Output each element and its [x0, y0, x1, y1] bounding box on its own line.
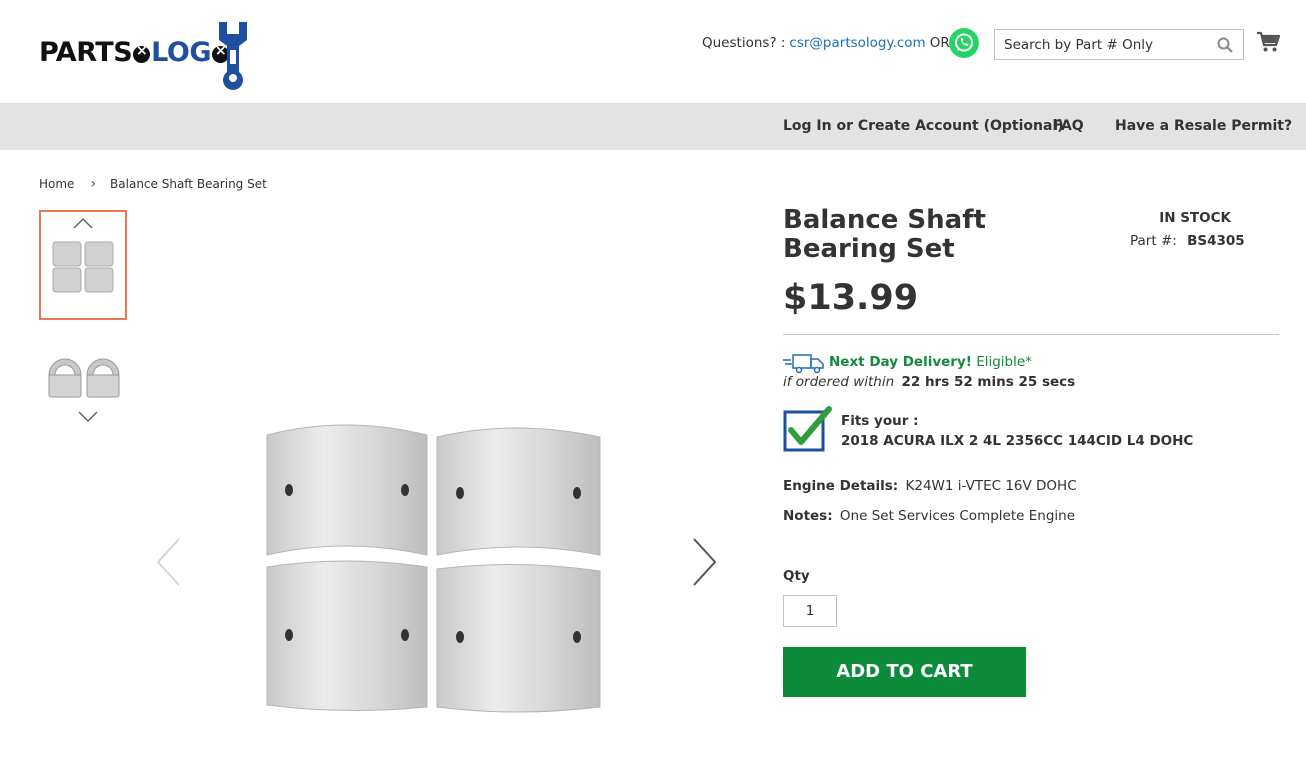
- partsology-logo[interactable]: PARTS LOG: [39, 20, 251, 90]
- questions-label: Questions? :: [702, 35, 786, 51]
- part-number-value: BS4305: [1187, 233, 1245, 249]
- product-title: Balance Shaft Bearing Set: [783, 205, 986, 264]
- delivery-title: Next Day Delivery!: [829, 354, 972, 370]
- part-number-label: Part #:: [1130, 233, 1177, 249]
- stock-status: IN STOCK: [1159, 210, 1231, 226]
- part-number: Part #: BS4305: [1130, 233, 1245, 249]
- thumbnail-2[interactable]: [45, 345, 125, 405]
- wrench-icon: [219, 22, 247, 90]
- nav-faq-link[interactable]: FAQ: [1053, 118, 1084, 134]
- breadcrumb-home[interactable]: Home: [39, 177, 74, 191]
- chevron-left-icon[interactable]: [155, 537, 183, 587]
- chevron-right-icon: ›: [90, 176, 97, 192]
- logo-text-part2: LOG: [151, 37, 212, 68]
- checkbox-checked-icon: [783, 406, 832, 452]
- divider: [783, 334, 1279, 335]
- delivery-truck-icon: [783, 354, 824, 374]
- fits-vehicle: 2018 ACURA ILX 2 4L 2356CC 144CID L4 DOH…: [841, 433, 1194, 449]
- chevron-right-icon[interactable]: [690, 537, 718, 587]
- next-day-delivery: Next Day Delivery! Eligible*: [829, 354, 1032, 370]
- bearing-thumbnail-image-2: [48, 358, 120, 398]
- chevron-down-icon[interactable]: [78, 411, 98, 423]
- product-notes: Notes: One Set Services Complete Engine: [783, 508, 1075, 524]
- top-nav: Log In or Create Account (Optional) FAQ …: [0, 103, 1306, 150]
- breadcrumb: Home › Balance Shaft Bearing Set: [39, 176, 267, 192]
- product-price: $13.99: [783, 278, 919, 318]
- chevron-up-icon[interactable]: [73, 217, 93, 229]
- delivery-countdown: if ordered within 22 hrs 52 mins 25 secs: [783, 374, 1075, 390]
- qty-input[interactable]: [783, 595, 837, 627]
- fits-label: Fits your :: [841, 413, 919, 429]
- nav-login-link[interactable]: Log In or Create Account (Optional): [783, 118, 1064, 134]
- engine-label: Engine Details:: [783, 478, 899, 494]
- notes-label: Notes:: [783, 508, 833, 524]
- product-main-image: [266, 424, 601, 713]
- logo-wordmark: PARTS LOG: [39, 37, 230, 68]
- contact-info: Questions? : csr@partsology.com OR:: [702, 35, 954, 51]
- qty-label: Qty: [783, 568, 810, 584]
- notes-value: One Set Services Complete Engine: [839, 508, 1075, 524]
- search-input[interactable]: [995, 30, 1195, 59]
- email-link[interactable]: csr@partsology.com: [789, 35, 925, 51]
- add-to-cart-button[interactable]: ADD TO CART: [783, 647, 1026, 697]
- search-box: [994, 29, 1244, 60]
- site-header: PARTS LOG Questions? : csr@partsology.com…: [0, 0, 1306, 103]
- logo-text-part1: PARTS: [39, 37, 133, 68]
- engine-value: K24W1 i-VTEC 16V DOHC: [905, 478, 1077, 494]
- logo-ball-icon: [133, 43, 151, 63]
- breadcrumb-current: Balance Shaft Bearing Set: [110, 177, 267, 191]
- search-icon[interactable]: [1217, 37, 1233, 53]
- nav-resale-link[interactable]: Have a Resale Permit?: [1115, 118, 1292, 134]
- delivery-eligible: Eligible*: [976, 354, 1032, 370]
- within-label: if ordered within: [783, 374, 895, 390]
- engine-details: Engine Details: K24W1 i-VTEC 16V DOHC: [783, 478, 1077, 494]
- cart-icon[interactable]: [1256, 31, 1280, 53]
- countdown-value: 22 hrs 52 mins 25 secs: [901, 374, 1076, 390]
